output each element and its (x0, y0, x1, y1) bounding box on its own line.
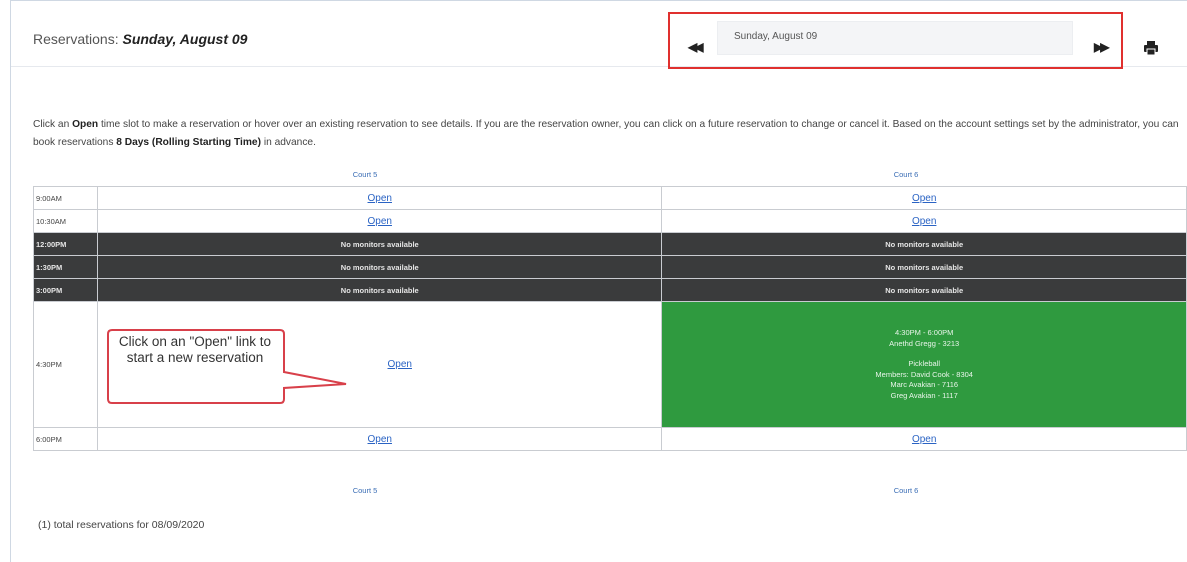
unavailable-slot: No monitors available (97, 278, 663, 302)
table-row: 12:00PM No monitors available No monitor… (32, 232, 1187, 256)
table-row: 1:30PM No monitors available No monitors… (32, 255, 1187, 279)
reservation-member: Marc Avakian - 7116 (890, 380, 959, 389)
open-slot-link[interactable]: Open (912, 434, 936, 445)
time-label: 3:00PM (32, 278, 99, 302)
total-reservations: (1) total reservations for 08/09/2020 (38, 519, 205, 531)
reservation-type: Pickleball (908, 359, 941, 368)
reservation-member: Greg Avakian - 1117 (890, 390, 958, 400)
court-5-header-top: Court 5 (352, 170, 378, 179)
callout-text: Click on an "Open" link to start a new r… (118, 334, 272, 365)
unavailable-slot: No monitors available (97, 255, 663, 279)
time-label: 10:30AM (32, 209, 99, 233)
unavailable-slot: No monitors available (97, 232, 663, 256)
court-6-header-top: Court 6 (893, 170, 919, 179)
table-row: 6:00PM Open Open (32, 427, 1187, 451)
court-6-header-bottom: Court 6 (893, 486, 919, 495)
table-row: 9:00AM Open Open (32, 186, 1187, 210)
unavailable-slot: No monitors available (661, 278, 1187, 302)
time-label: 1:30PM (32, 255, 99, 279)
reservation-time: 4:30PM - 6:00PM (895, 328, 954, 337)
open-slot-link[interactable]: Open (368, 216, 392, 227)
open-slot-link[interactable]: Open (912, 216, 936, 227)
time-label: 4:30PM (32, 301, 99, 428)
date-picker-input[interactable]: Sunday, August 09 (717, 21, 1073, 55)
reservation-member: Members: David Cook - 8304 (875, 369, 973, 379)
time-label: 6:00PM (32, 427, 99, 451)
court-5-header-bottom: Court 5 (352, 486, 378, 495)
instructions-text: Click an Open time slot to make a reserv… (33, 119, 1179, 148)
unavailable-slot: No monitors available (661, 232, 1187, 256)
title-date: Sunday, August 09 (122, 31, 248, 47)
next-day-icon[interactable]: ▶▶ (1094, 40, 1110, 54)
page-title: Reservations: Sunday, August 09 (33, 31, 247, 47)
reservation-grid: 9:00AM Open Open 10:30AM Open Open 12:00… (32, 186, 1187, 451)
printer-icon[interactable] (1143, 40, 1159, 56)
open-slot-link[interactable]: Open (368, 193, 392, 204)
table-row: 10:30AM Open Open (32, 209, 1187, 233)
title-prefix: Reservations: (33, 31, 123, 47)
open-slot-link[interactable]: Open (368, 434, 392, 445)
open-slot-link[interactable]: Open (388, 359, 412, 370)
reservation-owner: Anethd Gregg - 3213 (889, 338, 960, 348)
open-slot-link[interactable]: Open (912, 193, 936, 204)
table-row: 3:00PM No monitors available No monitors… (32, 278, 1187, 302)
time-label: 9:00AM (32, 186, 99, 210)
prev-day-icon[interactable]: ◀◀ (688, 40, 704, 54)
unavailable-slot: No monitors available (661, 255, 1187, 279)
time-label: 12:00PM (32, 232, 99, 256)
reservation-block[interactable]: 4:30PM - 6:00PM Anethd Gregg - 3213 Pick… (661, 301, 1187, 428)
